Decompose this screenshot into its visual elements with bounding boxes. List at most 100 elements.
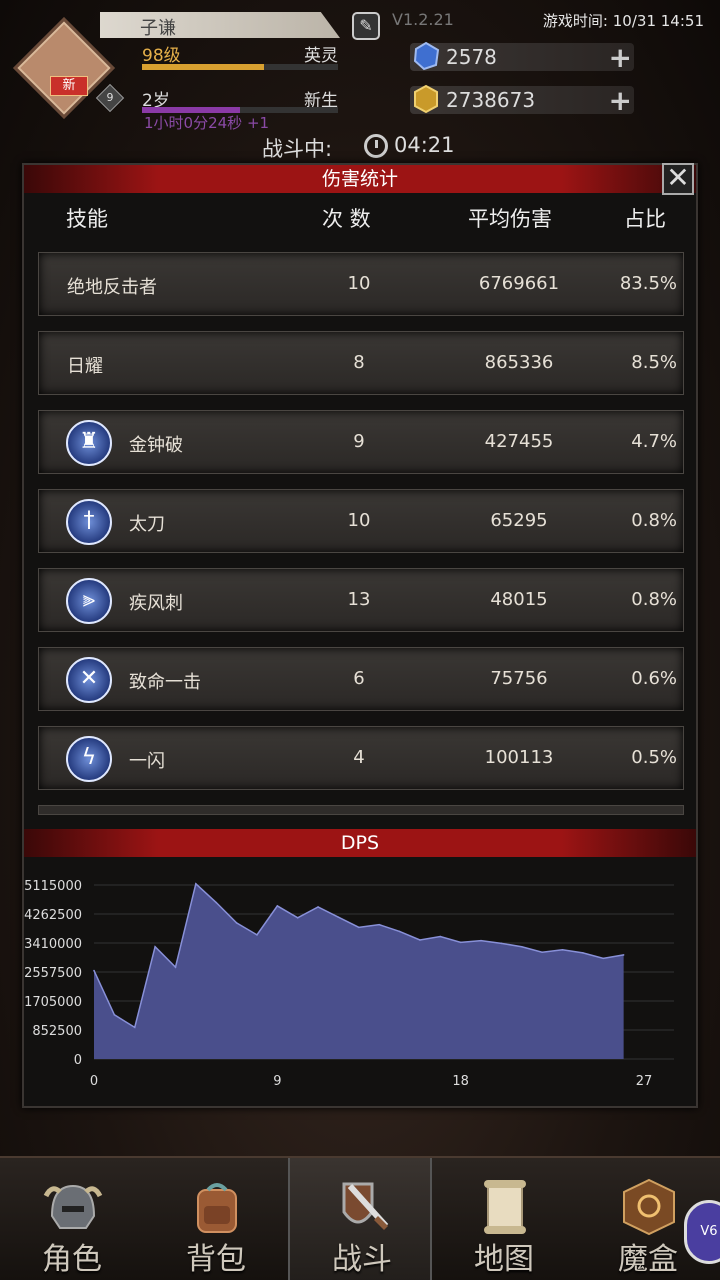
- skill-count: 4: [353, 747, 365, 768]
- skill-percent: 8.5%: [631, 352, 677, 373]
- dps-point: [154, 945, 156, 948]
- skill-name: 日耀: [67, 356, 103, 377]
- sword-shield-icon: [342, 1182, 389, 1230]
- dps-point: [480, 939, 482, 942]
- warrior-shield-icon: ♜: [66, 420, 112, 466]
- dps-point: [500, 942, 503, 945]
- gold-value: 2738673: [446, 88, 536, 112]
- nav-character[interactable]: 角色: [0, 1158, 144, 1280]
- dps-title: DPS: [24, 829, 696, 857]
- table-row[interactable]: ⫸ 疾风刺 13 48015 0.8%: [38, 568, 684, 632]
- col-avg-damage: 平均伤害: [468, 207, 552, 231]
- scroll-map-icon: [484, 1180, 526, 1234]
- skill-avg-damage: 865336: [484, 352, 554, 373]
- skill-avg-damage: 427455: [484, 431, 554, 452]
- nav-map[interactable]: 地图: [432, 1158, 576, 1280]
- skill-name: 一闪: [129, 751, 165, 772]
- triple-blade-icon: ⫸: [66, 578, 112, 624]
- col-skill: 技能: [66, 207, 108, 231]
- battle-timer: 04:21: [394, 133, 455, 157]
- gold-counter: 2738673 +: [410, 84, 634, 117]
- version-text: V1.2.21: [392, 10, 454, 29]
- x-tick-label: 18: [452, 1074, 469, 1089]
- game-screen: 新 9 子谦 ✎ V1.2.21 游戏时间: 10/31 14:51 98级 英…: [0, 0, 720, 1280]
- age-timer: 1小时0分24秒 +1: [144, 114, 270, 132]
- blue-gem-icon: [413, 41, 440, 71]
- y-tick-label: 4262500: [24, 908, 82, 923]
- dps-point: [195, 883, 197, 885]
- damage-stats-panel: 伤害统计 ✕ 技能 次 数 平均伤害 占比 绝地反击者 10 6769661 8…: [22, 163, 698, 1108]
- dps-point: [215, 901, 218, 904]
- table-row[interactable]: ♜ 金钟破 9 427455 4.7%: [38, 410, 684, 474]
- level-row: 98级 英灵: [142, 41, 342, 66]
- nav-label: 战斗: [332, 1242, 392, 1277]
- table-row[interactable]: ✕ 致命一击 6 75756 0.6%: [38, 647, 684, 711]
- skill-avg-damage: 100113: [484, 747, 554, 768]
- skill-count: 10: [347, 273, 371, 294]
- vip-badge[interactable]: V6: [684, 1200, 720, 1264]
- skill-percent: 83.5%: [619, 273, 677, 294]
- nav-battle[interactable]: 战斗: [288, 1158, 432, 1280]
- skill-percent: 0.8%: [631, 589, 677, 610]
- helmet-icon: [43, 1184, 103, 1229]
- y-tick-label: 0: [74, 1053, 82, 1068]
- y-tick-label: 3410000: [24, 937, 82, 952]
- dps-point: [113, 1013, 116, 1016]
- add-gold-button[interactable]: +: [609, 84, 632, 117]
- nav-label: 角色: [42, 1242, 102, 1277]
- skill-name: 金钟破: [129, 435, 183, 456]
- dps-point: [235, 922, 238, 924]
- dps-area: [94, 883, 624, 1059]
- level-progress-bar: [142, 64, 338, 70]
- dps-point: [256, 934, 258, 936]
- level-text: 98级: [142, 46, 181, 66]
- dps-point: [602, 957, 605, 960]
- table-row[interactable]: 日耀 8 865336 8.5%: [38, 331, 684, 395]
- dps-point: [296, 917, 299, 919]
- dps-point: [133, 1026, 136, 1029]
- y-tick-label: 2557500: [24, 966, 82, 981]
- sword-icon: †: [66, 499, 112, 545]
- new-badge: 新: [50, 76, 88, 96]
- skill-percent: 4.7%: [631, 431, 677, 452]
- panel-title: 伤害统计: [24, 165, 696, 193]
- skill-avg-damage: 75756: [490, 668, 548, 689]
- edit-icon[interactable]: ✎: [352, 12, 380, 40]
- dps-point: [93, 969, 95, 972]
- y-tick-label: 852500: [32, 1024, 82, 1039]
- skill-count: 9: [353, 431, 365, 452]
- gold-coin-icon: [414, 84, 438, 114]
- add-gems-button[interactable]: +: [609, 41, 632, 74]
- dps-point: [459, 941, 462, 944]
- dps-point: [622, 954, 625, 956]
- skill-name: 太刀: [129, 514, 165, 535]
- x-tick-label: 27: [636, 1074, 653, 1089]
- dps-point: [582, 952, 584, 954]
- table-row-partial: [38, 805, 684, 815]
- table-row[interactable]: † 太刀 10 65295 0.8%: [38, 489, 684, 553]
- crossed-blades-icon: ✕: [66, 657, 112, 703]
- x-tick-label: 9: [273, 1074, 281, 1089]
- skill-count: 13: [347, 589, 371, 610]
- skill-name: 疾风刺: [129, 593, 183, 614]
- dps-point: [561, 949, 564, 951]
- close-button[interactable]: ✕: [662, 163, 694, 195]
- dps-point: [378, 923, 380, 926]
- avatar-frame: [13, 17, 115, 119]
- avatar-level-badge: 9: [95, 83, 125, 113]
- x-tick-label: 0: [90, 1074, 98, 1089]
- dps-point: [276, 905, 279, 907]
- skill-percent: 0.5%: [631, 747, 677, 768]
- gems-value: 2578: [446, 45, 497, 69]
- skill-avg-damage: 48015: [490, 589, 548, 610]
- rank-text: 英灵: [304, 46, 338, 66]
- skill-name: 致命一击: [129, 672, 201, 693]
- skill-count: 8: [353, 352, 365, 373]
- dps-point: [419, 939, 421, 941]
- table-row[interactable]: 绝地反击者 10 6769661 83.5%: [38, 252, 684, 316]
- gems-counter: 2578 +: [410, 41, 634, 74]
- table-row[interactable]: ϟ 一闪 4 100113 0.5%: [38, 726, 684, 790]
- nav-backpack[interactable]: 背包: [144, 1158, 288, 1280]
- skill-count: 10: [347, 510, 371, 531]
- player-name-bar: 子谦: [100, 12, 340, 38]
